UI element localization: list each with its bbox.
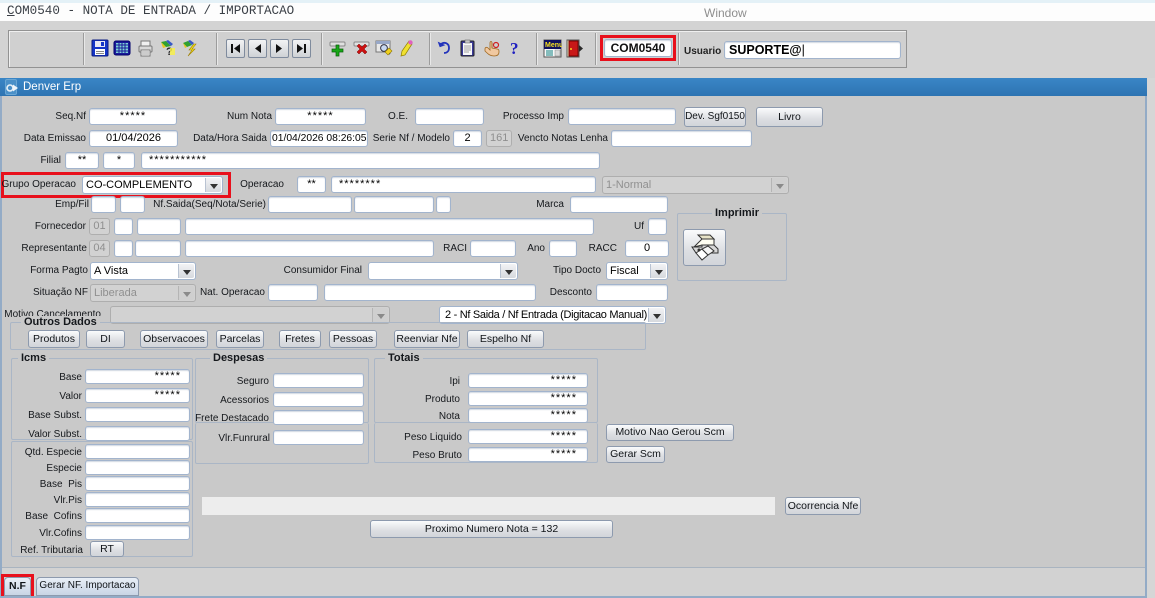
svg-text:?: ? (510, 39, 519, 58)
svg-text:Menu: Menu (545, 42, 562, 49)
